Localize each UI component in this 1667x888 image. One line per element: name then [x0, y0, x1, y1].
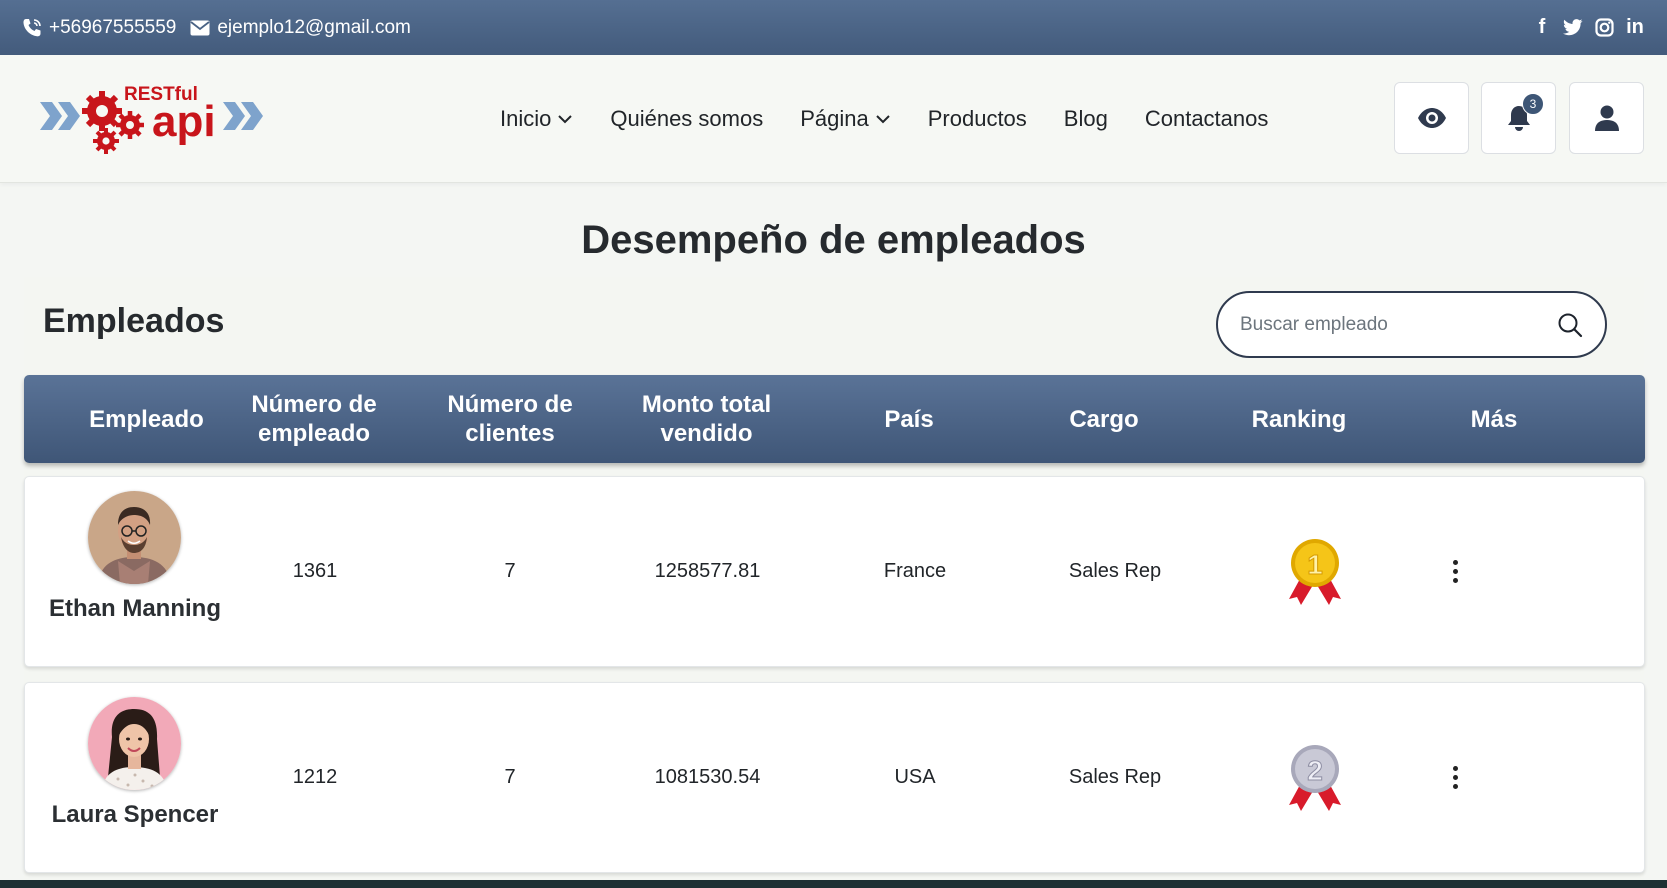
- twitter-icon[interactable]: [1563, 17, 1583, 39]
- total-sold: 1081530.54: [654, 766, 761, 788]
- kebab-menu-icon[interactable]: [1445, 557, 1465, 587]
- search-box: [1216, 291, 1607, 358]
- employee-name[interactable]: Laura Spencer: [25, 799, 245, 830]
- logo-bottom-text: api: [152, 97, 216, 146]
- kebab-menu-icon[interactable]: [1445, 763, 1465, 793]
- nav-pagina-label: Página: [800, 106, 869, 131]
- nav-contactanos-label: Contactanos: [1144, 106, 1269, 131]
- avatar: [88, 491, 181, 584]
- taskbar-edge: [0, 880, 1667, 888]
- nav-blog[interactable]: Blog: [1064, 106, 1108, 132]
- country: USA: [894, 766, 936, 788]
- nav-productos-label: Productos: [927, 106, 1027, 131]
- phone-icon: [23, 18, 41, 36]
- top-contact-bar: +56967555559 ejemplo12@gmail.com f in: [0, 0, 1667, 55]
- phone-contact[interactable]: +56967555559: [22, 17, 176, 39]
- total-sold: 1258577.81: [654, 560, 761, 582]
- table-row: Ethan Manning 1361 7 1258577.81 France S…: [24, 476, 1645, 667]
- col-header-pais[interactable]: País: [829, 375, 989, 463]
- nav-quienes-somos[interactable]: Quiénes somos: [610, 106, 763, 132]
- employee-number: 1361: [292, 560, 338, 582]
- nav-inicio[interactable]: Inicio: [500, 106, 573, 132]
- social-links: f in: [1532, 16, 1645, 39]
- nav-inicio-label: Inicio: [500, 106, 552, 131]
- main-navbar: RESTful api Inicio Quiénes somos Página …: [0, 55, 1667, 183]
- rank-number: 1: [1307, 549, 1323, 580]
- col-header-mas[interactable]: Más: [1414, 375, 1574, 463]
- nav-blog-label: Blog: [1063, 106, 1108, 131]
- nav-links: Inicio Quiénes somos Página Productos Bl…: [500, 55, 1268, 183]
- nav-pagina[interactable]: Página: [800, 106, 891, 132]
- nav-contactanos[interactable]: Contactanos: [1145, 106, 1269, 132]
- rank-number: 2: [1307, 755, 1323, 786]
- gold-medal-icon: 1: [1289, 538, 1341, 605]
- role: Sales Rep: [1068, 766, 1162, 788]
- eye-icon: [1417, 108, 1446, 128]
- employee-name[interactable]: Ethan Manning: [25, 593, 245, 624]
- email-contact[interactable]: ejemplo12@gmail.com: [190, 17, 411, 39]
- col-header-ranking[interactable]: Ranking: [1219, 375, 1379, 463]
- envelope-icon: [190, 20, 210, 35]
- user-icon: [1594, 105, 1619, 131]
- instagram-icon[interactable]: [1594, 17, 1614, 39]
- col-header-numero-empleado[interactable]: Número de empleado: [214, 375, 414, 463]
- search-input[interactable]: [1240, 313, 1557, 336]
- avatar: [88, 697, 181, 790]
- country: France: [883, 560, 947, 582]
- view-toggle-button[interactable]: [1394, 82, 1469, 154]
- table-header: Empleado Número de empleado Número de cl…: [24, 375, 1645, 463]
- page-title: Desempeño de empleados: [581, 218, 1086, 262]
- search-icon[interactable]: [1557, 312, 1583, 338]
- employee-number: 1212: [292, 766, 338, 788]
- col-header-cargo[interactable]: Cargo: [1024, 375, 1184, 463]
- notifications-button[interactable]: 3: [1481, 82, 1556, 154]
- silver-medal-icon: 2: [1289, 744, 1341, 811]
- col-header-numero-clientes[interactable]: Número de clientes: [430, 375, 590, 463]
- table-row: Laura Spencer 1212 7 1081530.54 USA Sale…: [24, 682, 1645, 873]
- phone-text: +56967555559: [49, 16, 177, 38]
- restful-api-logo[interactable]: RESTful api: [38, 83, 283, 158]
- user-account-button[interactable]: [1569, 82, 1644, 154]
- chevron-down-icon: [876, 115, 890, 124]
- role: Sales Rep: [1068, 560, 1162, 582]
- col-header-monto-total[interactable]: Monto total vendido: [624, 375, 789, 463]
- more-options-cell: [1435, 683, 1475, 872]
- nav-quienes-somos-label: Quiénes somos: [610, 106, 764, 131]
- facebook-icon[interactable]: f: [1532, 16, 1552, 39]
- ranking-medal: 1: [1235, 477, 1395, 666]
- ranking-medal: 2: [1235, 683, 1395, 872]
- client-count: 7: [504, 766, 516, 788]
- chevron-down-icon: [558, 115, 573, 124]
- linkedin-icon[interactable]: in: [1625, 16, 1645, 39]
- email-text: ejemplo12@gmail.com: [217, 16, 411, 38]
- notification-count-badge: 3: [1522, 93, 1544, 115]
- client-count: 7: [504, 560, 516, 582]
- more-options-cell: [1435, 477, 1475, 666]
- nav-productos[interactable]: Productos: [928, 106, 1027, 132]
- panel-title: Empleados: [43, 302, 225, 340]
